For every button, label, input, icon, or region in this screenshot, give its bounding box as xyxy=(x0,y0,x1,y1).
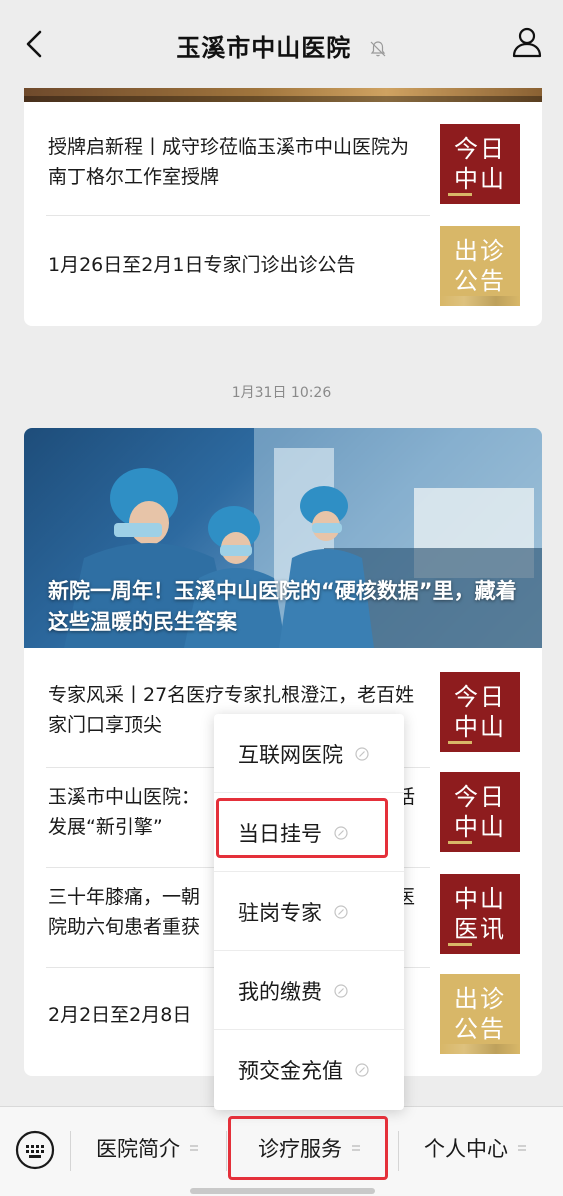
thumbnail-label: 中山医讯 xyxy=(454,885,506,943)
link-icon xyxy=(334,983,348,998)
tab-label: 医院简介 xyxy=(96,1137,180,1161)
tab-hospital-intro[interactable]: 医院简介 xyxy=(96,1133,200,1163)
article-thumbnail: 出诊公告 xyxy=(440,974,520,1054)
article-thumbnail: 出诊公告 xyxy=(440,226,520,306)
article-thumbnail: 中山医讯 xyxy=(440,874,520,954)
article-title-line1: 三十年膝痛，一朝 xyxy=(48,886,201,908)
page-title: 玉溪市中山医院 xyxy=(0,28,563,63)
article-title-line2: 发展“新引擎” xyxy=(48,816,163,838)
article-hero[interactable]: 新院一周年！玉溪中山医院的“硬核数据”里，藏着这些温暖的民生答案 xyxy=(24,428,542,648)
thumbnail-decor xyxy=(448,943,472,946)
link-icon xyxy=(355,746,369,761)
top-nav-bar: 玉溪市中山医院 xyxy=(0,0,563,88)
article-title-line1: 玉溪市中山医院： xyxy=(48,786,201,808)
divider xyxy=(226,1131,227,1171)
menu-item-deposit-topup[interactable]: 预交金充值 xyxy=(214,1030,404,1109)
link-icon xyxy=(334,904,348,919)
article-list-item[interactable]: 1月26日至2月1日专家门诊出诊公告 出诊公告 xyxy=(24,216,542,316)
menu-item-my-payments[interactable]: 我的缴费 xyxy=(214,951,404,1030)
thumbnail-label: 今日中山 xyxy=(454,783,506,841)
hero-article-title: 新院一周年！玉溪中山医院的“硬核数据”里，藏着这些温暖的民生答案 xyxy=(48,579,517,634)
menu-item-label: 当日挂号 xyxy=(238,821,322,846)
article-title-line2: 院助六旬患者重获 xyxy=(48,916,201,938)
article-list-item[interactable]: 授牌启新程丨成守珍莅临玉溪市中山医院为南丁格尔工作室授牌 今日中山 xyxy=(24,116,542,216)
tab-medical-services[interactable]: 诊疗服务 xyxy=(258,1133,362,1163)
thumbnail-decor xyxy=(440,296,520,306)
link-icon xyxy=(334,825,348,840)
keyboard-icon[interactable] xyxy=(14,1129,56,1171)
divider xyxy=(398,1131,399,1171)
menu-item-label: 驻岗专家 xyxy=(238,900,322,925)
thumbnail-label: 今日中山 xyxy=(454,135,506,193)
menu-lines-icon xyxy=(190,1145,198,1151)
menu-item-label: 互联网医院 xyxy=(238,742,343,767)
menu-item-same-day-registration[interactable]: 当日挂号 xyxy=(214,793,404,872)
user-icon[interactable] xyxy=(509,24,545,60)
menu-item-internet-hospital[interactable]: 互联网医院 xyxy=(214,714,404,793)
thumbnail-decor xyxy=(448,193,472,196)
menu-item-label: 预交金充值 xyxy=(238,1058,343,1083)
thumbnail-decor xyxy=(448,841,472,844)
divider xyxy=(70,1131,71,1171)
thumbnail-label: 出诊公告 xyxy=(454,985,506,1043)
tab-label: 诊疗服务 xyxy=(258,1137,342,1161)
menu-lines-icon xyxy=(352,1145,360,1151)
tab-personal-center[interactable]: 个人中心 xyxy=(424,1133,528,1163)
bell-off-icon xyxy=(370,41,386,57)
tab-label: 个人中心 xyxy=(424,1137,508,1161)
link-icon xyxy=(355,1062,369,1077)
thumbnail-decor xyxy=(448,741,472,744)
service-submenu: 互联网医院 当日挂号 驻岗专家 我的缴费 预交金充值 xyxy=(214,714,404,1110)
article-title: 1月26日至2月1日专家门诊出诊公告 xyxy=(48,254,356,276)
menu-lines-icon xyxy=(518,1145,526,1151)
article-title: 授牌启新程丨成守珍莅临玉溪市中山医院为南丁格尔工作室授牌 xyxy=(48,136,410,188)
article-thumbnail: 今日中山 xyxy=(440,772,520,852)
thumbnail-decor xyxy=(440,1044,520,1054)
menu-item-label: 我的缴费 xyxy=(238,979,322,1004)
thumbnail-label: 出诊公告 xyxy=(454,237,506,295)
page-title-text: 玉溪市中山医院 xyxy=(176,34,352,62)
menu-item-resident-experts[interactable]: 驻岗专家 xyxy=(214,872,404,951)
article-card-group: 授牌启新程丨成守珍莅临玉溪市中山医院为南丁格尔工作室授牌 今日中山 1月26日至… xyxy=(24,60,542,326)
message-timestamp: 1月31日 10:26 xyxy=(231,385,332,401)
home-indicator[interactable] xyxy=(190,1188,375,1194)
article-thumbnail: 今日中山 xyxy=(440,124,520,204)
article-thumbnail: 今日中山 xyxy=(440,672,520,752)
bottom-menu-bar: 医院简介 诊疗服务 个人中心 xyxy=(0,1106,563,1196)
thumbnail-label: 今日中山 xyxy=(454,683,506,741)
